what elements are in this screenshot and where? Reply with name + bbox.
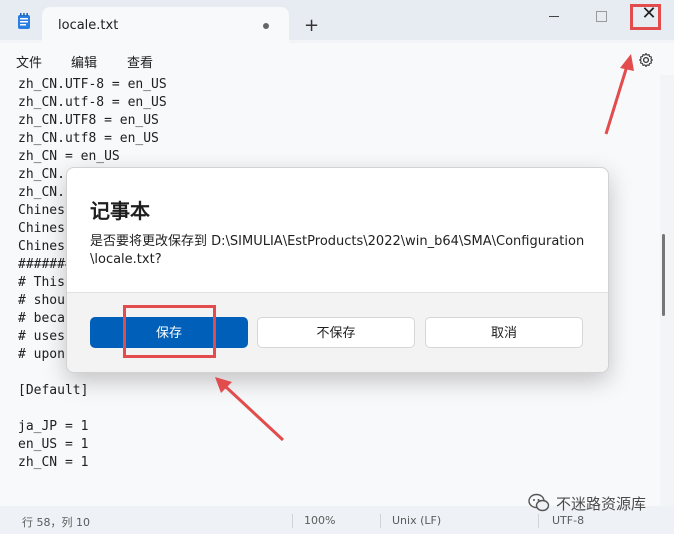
watermark-text: 不迷路资源库 (556, 495, 647, 513)
arrow-to-save (215, 377, 285, 442)
arrow-to-close (604, 54, 634, 135)
notepad-window: locale.txt + ✕ 文件 编辑 查看 zh_CN.UTF-8 = en… (0, 0, 674, 534)
annotation-arrows (215, 54, 634, 442)
wechat-icon (528, 493, 550, 512)
